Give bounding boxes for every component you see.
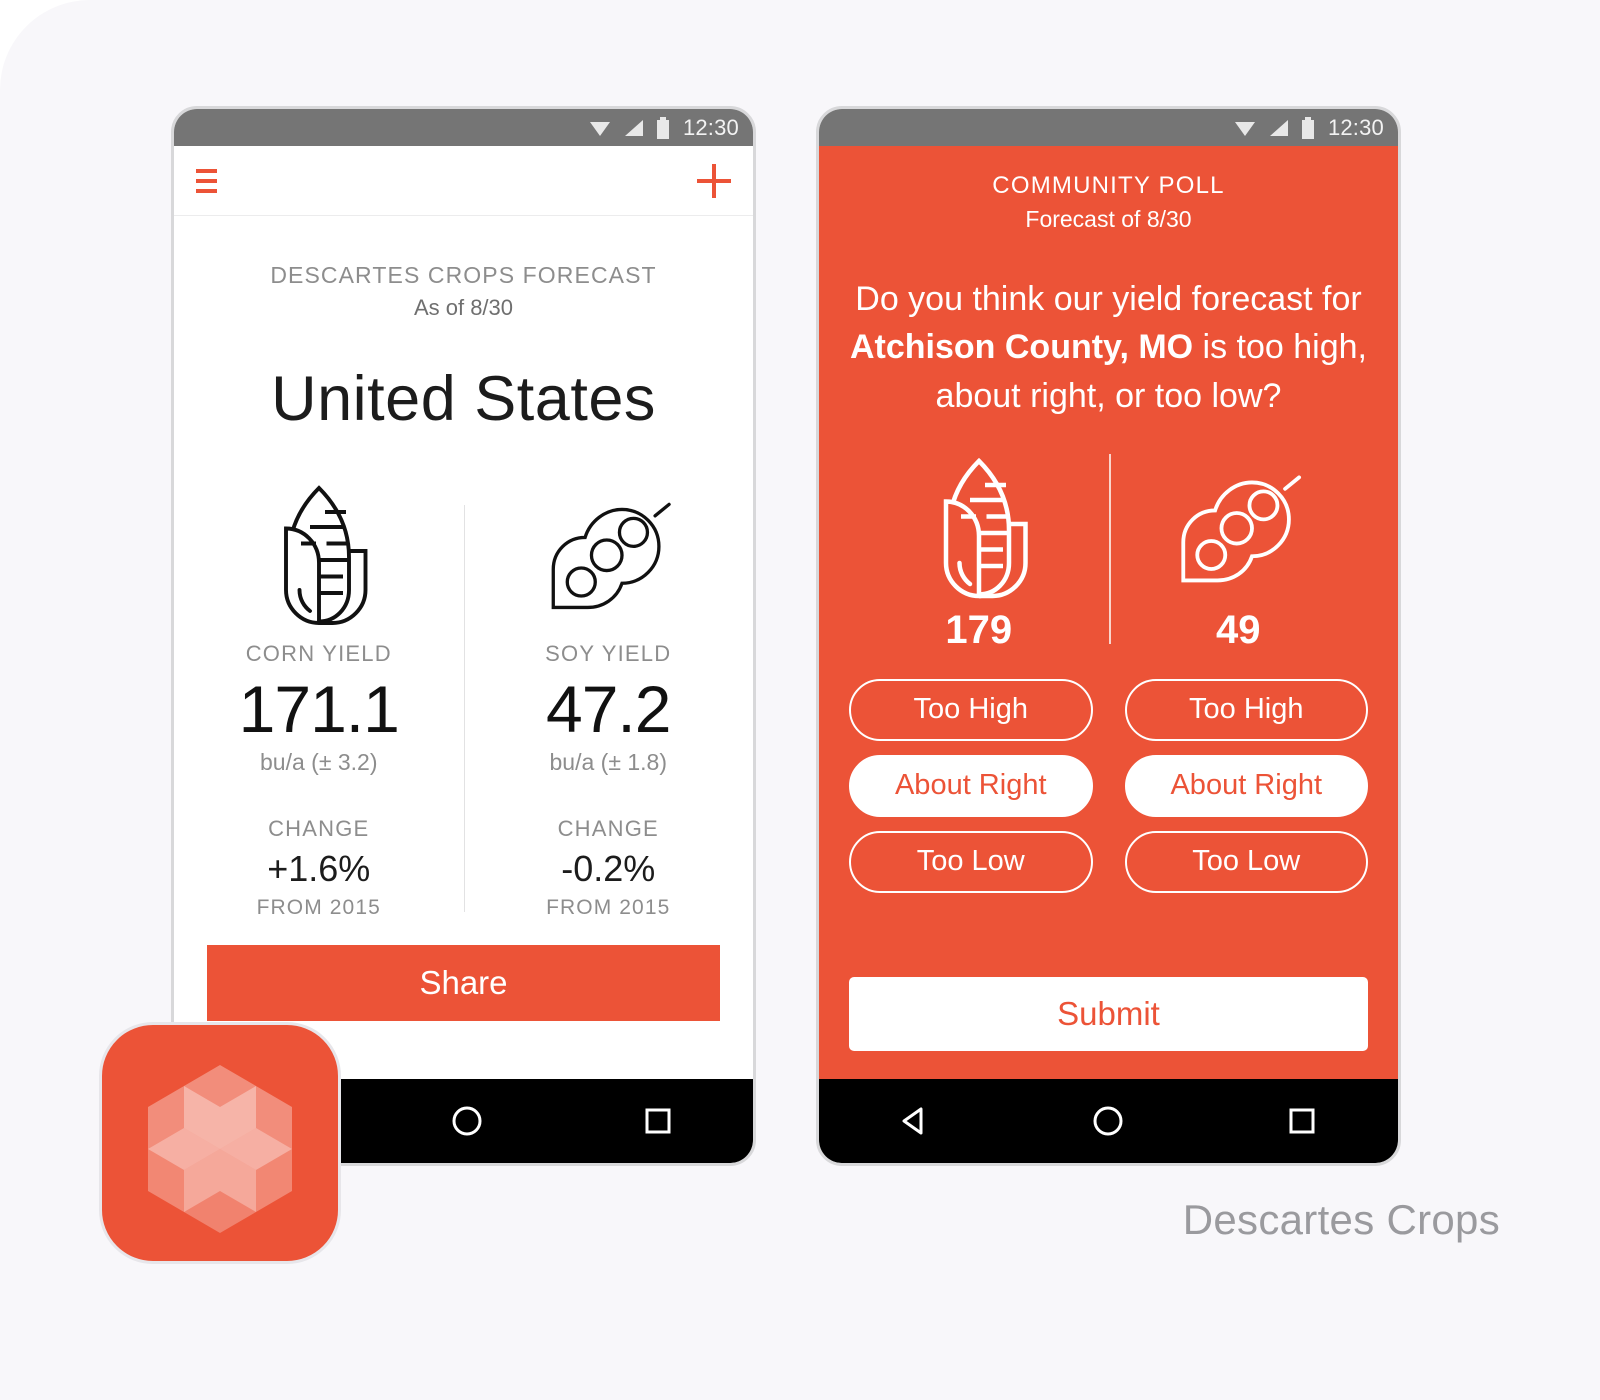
crop-unit: bu/a (± 3.2) <box>260 749 378 775</box>
share-button[interactable]: Share <box>207 945 720 1021</box>
submit-button[interactable]: Submit <box>849 977 1368 1051</box>
battery-icon <box>1301 116 1314 139</box>
signal-icon <box>1269 119 1288 136</box>
battery-icon <box>656 116 669 139</box>
poll-asof: Forecast of 8/30 <box>1025 206 1192 232</box>
poll-option-soy-too-high[interactable]: Too High <box>1124 678 1368 741</box>
hexagon-cluster-icon <box>148 1065 292 1233</box>
crop-value: 47.2 <box>546 672 671 746</box>
crop-label: CORN YIELD <box>245 641 392 666</box>
wifi-icon <box>1234 121 1255 136</box>
phone-forecast: 12:30 DESCARTES CROPS FORECAST As of 8/3… <box>171 106 756 1166</box>
corn-icon <box>849 452 1109 602</box>
page-background: 12:30 DESCARTES CROPS FORECAST As of 8/3… <box>0 0 1600 1400</box>
plus-icon[interactable] <box>697 163 731 198</box>
poll-option-corn-too-high[interactable]: Too High <box>849 678 1093 741</box>
app-logo <box>99 1022 341 1264</box>
poll-options: Too High About Right Too Low Too High Ab… <box>849 678 1368 893</box>
poll-question-location: Atchison County, MO <box>849 328 1194 367</box>
crop-value: 171.1 <box>238 672 400 746</box>
crop-change-label: CHANGE <box>268 816 370 841</box>
forecast-eyebrow: DESCARTES CROPS FORECAST <box>270 262 657 288</box>
poll-crop-counts: 179 49 <box>849 452 1368 653</box>
poll-option-soy-about-right[interactable]: About Right <box>1124 754 1368 817</box>
crop-change-from: FROM 2015 <box>546 896 671 919</box>
status-icons <box>1233 116 1315 139</box>
crop-stats: CORN YIELD 171.1 bu/a (± 3.2) CHANGE +1.… <box>174 479 753 920</box>
forecast-body: DESCARTES CROPS FORECAST As of 8/30 Unit… <box>174 216 753 920</box>
crop-column-corn: CORN YIELD 171.1 bu/a (± 3.2) CHANGE +1.… <box>174 479 464 920</box>
poll-options-soy: Too High About Right Too Low <box>1124 678 1368 893</box>
hamburger-icon[interactable] <box>196 168 217 193</box>
phone-poll: 12:30 COMMUNITY POLL Forecast of 8/30 Do… <box>816 106 1401 1166</box>
status-time: 12:30 <box>682 114 739 140</box>
crop-column-soy: SOY YIELD 47.2 bu/a (± 1.8) CHANGE -0.2%… <box>464 479 754 920</box>
soy-icon <box>464 479 754 629</box>
android-nav-bar-right <box>819 1079 1398 1163</box>
poll-screen: COMMUNITY POLL Forecast of 8/30 Do you t… <box>819 146 1398 1079</box>
wifi-icon <box>589 121 610 136</box>
page-title: United States <box>271 364 656 434</box>
poll-column-soy: 49 <box>1109 452 1369 653</box>
recents-square-icon[interactable] <box>1286 1105 1318 1137</box>
poll-count: 179 <box>945 607 1013 652</box>
poll-column-corn: 179 <box>849 452 1109 653</box>
status-bar-left: 12:30 <box>174 109 753 146</box>
crop-change-from: FROM 2015 <box>256 896 381 919</box>
home-circle-icon[interactable] <box>1091 1104 1125 1138</box>
crop-change-value: -0.2% <box>561 848 656 889</box>
poll-question-part1: Do you think our yield forecast for <box>855 280 1362 318</box>
poll-eyebrow: COMMUNITY POLL <box>992 172 1225 199</box>
status-bar-right: 12:30 <box>819 109 1398 146</box>
app-bar <box>174 146 753 216</box>
recents-square-icon[interactable] <box>642 1105 674 1137</box>
soy-icon <box>1109 452 1369 602</box>
corn-icon <box>174 479 464 629</box>
back-triangle-icon[interactable] <box>899 1105 931 1137</box>
poll-option-corn-too-low[interactable]: Too Low <box>849 830 1093 893</box>
forecast-asof: As of 8/30 <box>413 295 514 320</box>
poll-option-soy-too-low[interactable]: Too Low <box>1124 830 1368 893</box>
poll-count: 49 <box>1216 607 1261 652</box>
poll-options-corn: Too High About Right Too Low <box>849 678 1093 893</box>
crop-change-label: CHANGE <box>557 816 659 841</box>
home-circle-icon[interactable] <box>450 1104 484 1138</box>
crop-label: SOY YIELD <box>545 641 672 666</box>
poll-question: Do you think our yield forecast for Atch… <box>849 275 1368 420</box>
signal-icon <box>624 119 643 136</box>
crop-unit: bu/a (± 1.8) <box>549 749 667 775</box>
poll-option-corn-about-right[interactable]: About Right <box>849 754 1093 817</box>
status-time: 12:30 <box>1327 114 1384 140</box>
brand-wordmark: Descartes Crops <box>1182 1196 1500 1243</box>
status-icons <box>588 116 670 139</box>
crop-change-value: +1.6% <box>267 848 371 889</box>
